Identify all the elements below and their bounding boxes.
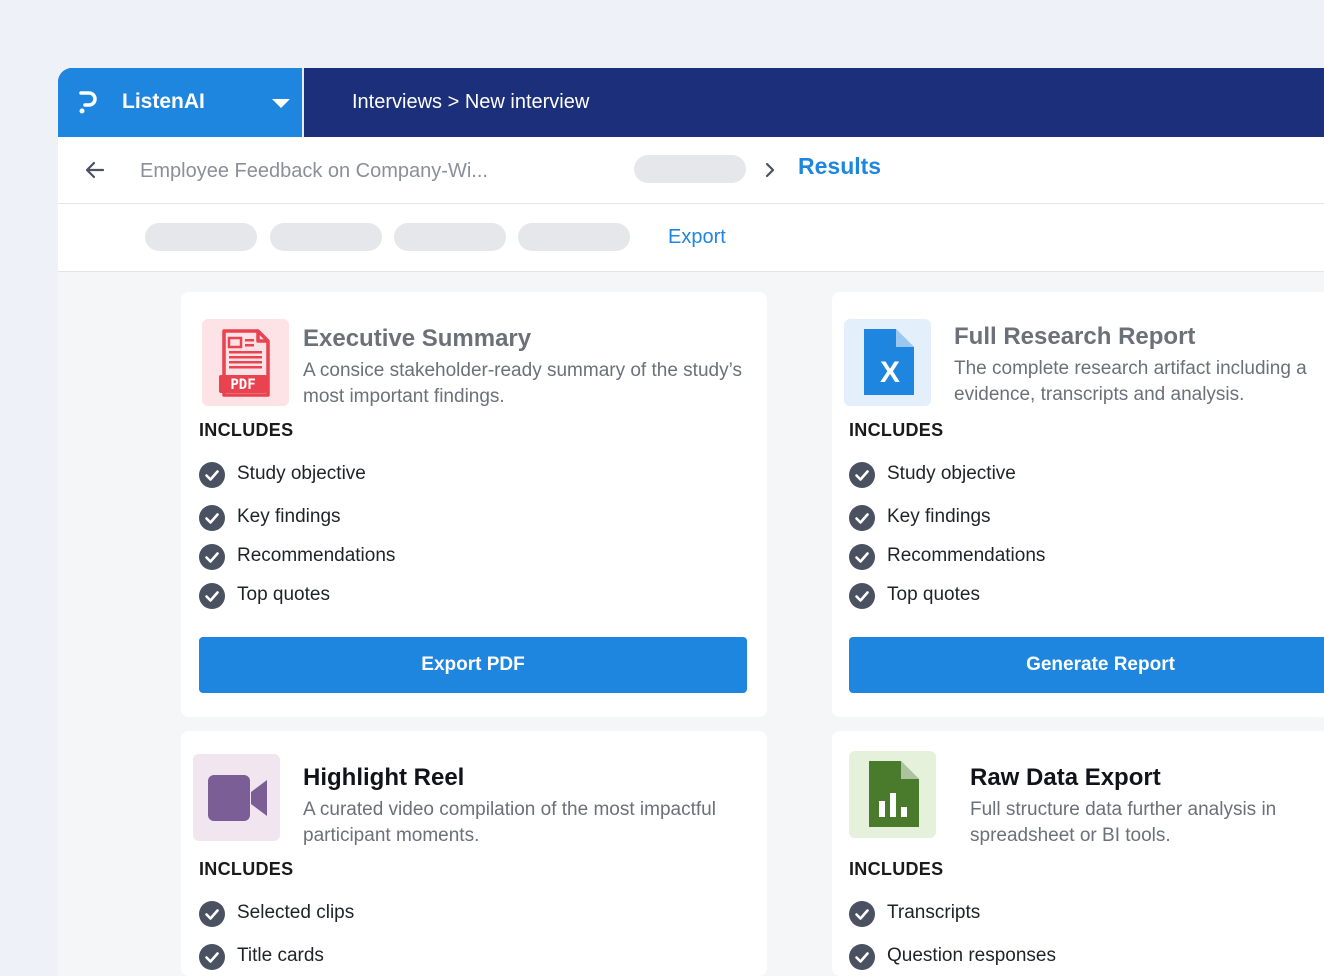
breadcrumb[interactable]: Interviews > New interview [352, 91, 589, 114]
item-label: Transcripts [887, 902, 981, 923]
highlight-reel-card: Highlight Reel A curated video compilati… [181, 731, 767, 976]
spreadsheet-chart-icon [869, 761, 919, 827]
item-label: Top quotes [887, 584, 980, 605]
includes-heading: INCLUDES [849, 859, 944, 879]
card-description: Full structure data further analysis in … [970, 799, 1277, 846]
study-title[interactable]: Employee Feedback on Company-Wi... [140, 160, 488, 183]
card-title: Executive Summary [303, 325, 532, 352]
tab-placeholder[interactable] [270, 223, 382, 251]
excel-label: X [879, 356, 900, 389]
chevron-down-icon[interactable] [272, 99, 290, 108]
check-circle-icon [849, 901, 875, 927]
tabs-bar: Export [58, 204, 1324, 272]
pdf-label: PDF [230, 377, 256, 393]
raw-data-export-card: Raw Data Export Full structure data furt… [832, 731, 1324, 976]
tab-placeholder[interactable] [394, 223, 506, 251]
tab-placeholder[interactable] [145, 223, 257, 251]
item-label: Recommendations [237, 545, 396, 566]
check-circle-icon [849, 462, 875, 488]
check-circle-icon [199, 583, 225, 609]
executive-summary-card: PDF Executive Summary A consice stakehol… [181, 292, 767, 717]
generate-report-button[interactable]: Generate Report [849, 637, 1324, 693]
back-arrow-icon[interactable] [84, 159, 106, 181]
item-label: Study objective [237, 463, 366, 484]
card-title: Raw Data Export [970, 764, 1161, 791]
item-label: Recommendations [887, 545, 1046, 566]
breadcrumb-placeholder [634, 155, 746, 183]
check-circle-icon [199, 505, 225, 531]
full-research-report-card: X Full Research Report The complete rese… [832, 292, 1324, 717]
item-label: Key findings [237, 506, 341, 527]
study-header: Employee Feedback on Company-Wi... Resul… [58, 137, 1324, 204]
item-label: Top quotes [237, 584, 330, 605]
check-circle-icon [849, 544, 875, 570]
workspace-switcher[interactable]: ListenAI [58, 68, 302, 137]
tab-export[interactable]: Export [668, 226, 726, 249]
excel-file-icon: X [844, 319, 931, 406]
item-label: Selected clips [237, 902, 355, 923]
includes-heading: INCLUDES [199, 420, 294, 440]
card-title: Full Research Report [954, 323, 1196, 350]
spreadsheet-chart-icon [849, 751, 936, 838]
current-page-results[interactable]: Results [798, 153, 881, 180]
check-circle-icon [199, 944, 225, 970]
check-circle-icon [199, 901, 225, 927]
check-circle-icon [849, 505, 875, 531]
item-label: Title cards [237, 945, 324, 966]
card-description: A consice stakeholder-ready summary of t… [303, 360, 742, 407]
check-circle-icon [199, 544, 225, 570]
card-title: Highlight Reel [303, 764, 465, 791]
video-camera-icon [208, 775, 267, 821]
divider [302, 68, 304, 137]
includes-heading: INCLUDES [849, 420, 944, 440]
tab-placeholder[interactable] [518, 223, 630, 251]
check-circle-icon [849, 583, 875, 609]
top-navigation-bar: ListenAI Interviews > New interview [58, 68, 1324, 137]
card-description: The complete research artifact including… [954, 358, 1307, 405]
includes-heading: INCLUDES [199, 859, 294, 879]
card-description: A curated video compilation of the most … [303, 799, 716, 846]
item-label: Key findings [887, 506, 991, 527]
check-circle-icon [849, 944, 875, 970]
app-name: ListenAI [122, 90, 205, 113]
export-pdf-button[interactable]: Export PDF [199, 637, 747, 693]
chevron-right-icon [765, 162, 775, 178]
video-camera-icon [193, 754, 280, 841]
listenai-logo-icon [79, 91, 97, 114]
pdf-file-icon: PDF [202, 319, 289, 406]
app-window: ListenAI Interviews > New interview Empl… [58, 68, 1324, 976]
check-circle-icon [199, 462, 225, 488]
item-label: Study objective [887, 463, 1016, 484]
item-label: Question responses [887, 945, 1056, 966]
